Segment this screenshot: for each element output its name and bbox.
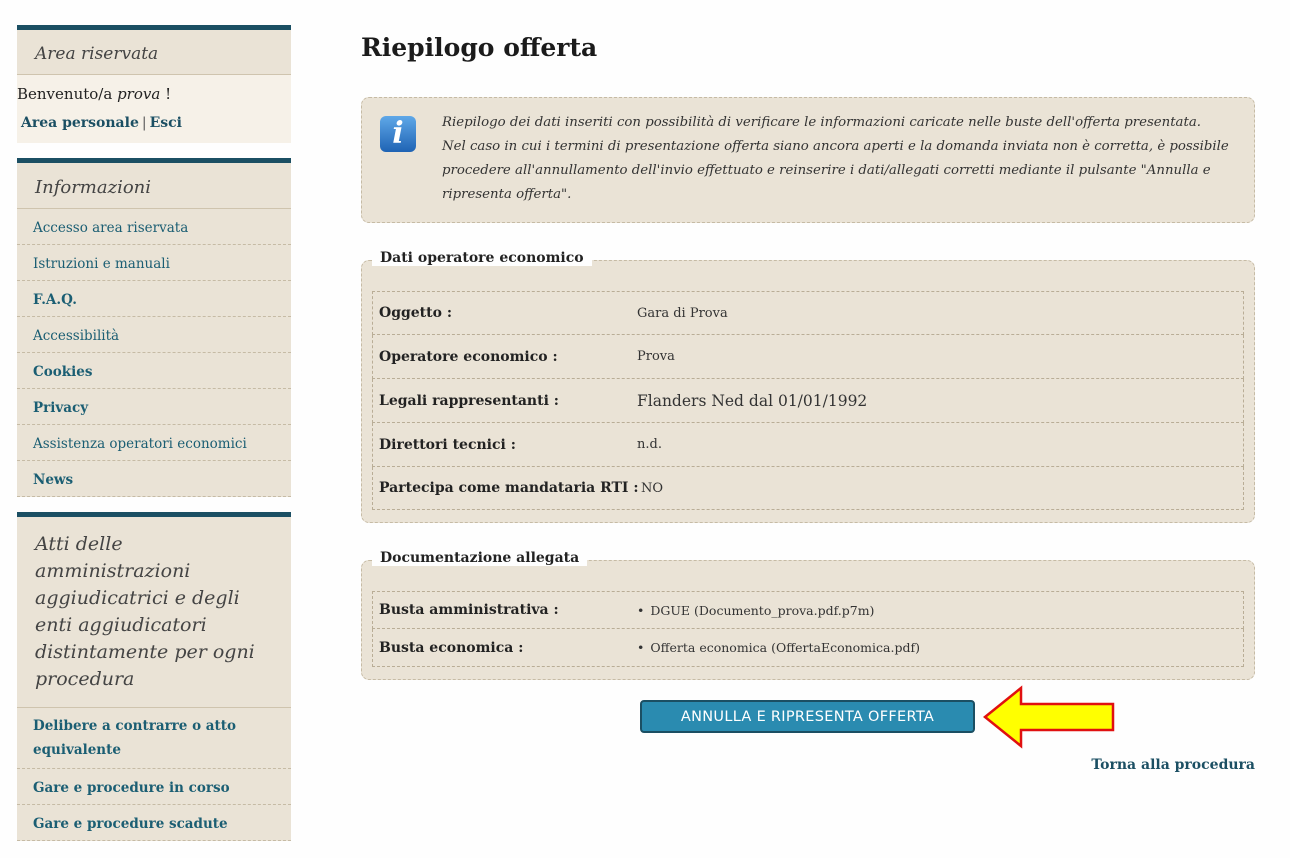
row-value: Prova (637, 349, 675, 364)
row-label: Legali rappresentanti : (379, 392, 559, 409)
bullet-icon: • (637, 602, 645, 618)
document-name: Offerta economica (OffertaEconomica.pdf) (650, 640, 920, 655)
acts-box-menu: Atti delle amministrazioni aggiudicatric… (17, 512, 291, 841)
actions-area: ANNULLA E RIPRESENTA OFFERTA Torna alla … (361, 685, 1255, 773)
sidebar-item-privacy[interactable]: Privacy (17, 389, 291, 425)
operator-data-legend: Dati operatore economico (372, 250, 592, 266)
link-separator: | (141, 115, 147, 131)
row-value: Flanders Ned dal 01/01/1992 (637, 391, 868, 410)
info-text: Riepilogo dei dati inseriti con possibil… (442, 111, 1236, 207)
row-label: Oggetto : (379, 305, 452, 321)
row-value: • Offerta economica (OffertaEconomica.pdf… (637, 640, 920, 655)
main-content: Riepilogo offerta i Riepilogo dei dati i… (361, 33, 1255, 773)
username: prova (117, 85, 161, 103)
logout-link[interactable]: Esci (150, 115, 182, 131)
table-row: Operatore economico : Prova (372, 335, 1244, 379)
sidebar-item-assistenza[interactable]: Assistenza operatori economici (17, 425, 291, 461)
info-line-2: Nel caso in cui i termini di presentazio… (442, 139, 1229, 202)
sidebar-item-cookies[interactable]: Cookies (17, 353, 291, 389)
welcome-text: Benvenuto/a prova ! (17, 85, 291, 103)
row-label: Busta economica : (379, 639, 524, 656)
welcome-suffix: ! (160, 85, 172, 103)
sidebar-item-accesso-area-riservata[interactable]: Accesso area riservata (17, 209, 291, 245)
attached-docs-table: Busta amministrativa : • DGUE (Documento_… (372, 591, 1244, 667)
reserved-area-box: Area riservata Benvenuto/a prova ! Area … (17, 25, 291, 143)
attached-docs-legend: Documentazione allegata (372, 550, 588, 566)
sidebar-item-faq[interactable]: F.A.Q. (17, 281, 291, 317)
sidebar-item-gare-in-corso[interactable]: Gare e procedure in corso (17, 769, 291, 805)
row-label: Busta amministrativa : (379, 602, 559, 618)
sidebar-item-istruzioni-manuali[interactable]: Istruzioni e manuali (17, 245, 291, 281)
sidebar-item-delibere[interactable]: Delibere a contrarre o atto equivalente (17, 708, 291, 769)
welcome-prefix: Benvenuto/a (17, 85, 118, 103)
row-label: Operatore economico : (379, 348, 558, 365)
row-value: Gara di Prova (637, 305, 728, 321)
account-links: Area personale | Esci (17, 103, 291, 143)
row-value: n.d. (637, 437, 662, 452)
attached-docs-section: Documentazione allegata Busta amministra… (361, 550, 1255, 680)
arrow-left-icon (983, 685, 1115, 749)
info-panel: i Riepilogo dei dati inseriti con possib… (361, 97, 1255, 223)
info-icon: i (380, 116, 416, 152)
reserved-area-title: Area riservata (17, 30, 291, 75)
sidebar-item-news[interactable]: News (17, 461, 291, 497)
table-row: Direttori tecnici : n.d. (372, 423, 1244, 467)
sidebar-item-gare-scadute[interactable]: Gare e procedure scadute (17, 805, 291, 841)
table-row: Oggetto : Gara di Prova (372, 291, 1244, 335)
personal-area-link[interactable]: Area personale (21, 115, 139, 131)
operator-data-table: Oggetto : Gara di Prova Operatore econom… (372, 291, 1244, 510)
table-row: Legali rappresentanti : Flanders Ned dal… (372, 379, 1244, 423)
row-label: Partecipa come mandataria RTI : (379, 480, 639, 496)
info-line-1: Riepilogo dei dati inseriti con possibil… (442, 115, 1201, 130)
document-name: DGUE (Documento_prova.pdf.p7m) (650, 602, 875, 618)
row-value: NO (641, 480, 664, 496)
back-to-procedure-link[interactable]: Torna alla procedura (1091, 757, 1255, 773)
table-row: Partecipa come mandataria RTI : NO (372, 467, 1244, 510)
info-menu-title: Informazioni (17, 163, 291, 209)
bullet-icon: • (637, 640, 645, 655)
welcome-block: Benvenuto/a prova ! Area personale | Esci (17, 75, 291, 143)
sidebar-item-accessibilita[interactable]: Accessibilità (17, 317, 291, 353)
row-value: • DGUE (Documento_prova.pdf.p7m) (637, 603, 874, 618)
sidebar: Area riservata Benvenuto/a prova ! Area … (17, 25, 291, 856)
row-label: Direttori tecnici : (379, 436, 516, 453)
cancel-resubmit-offer-button[interactable]: ANNULLA E RIPRESENTA OFFERTA (640, 700, 975, 733)
table-row: Busta amministrativa : • DGUE (Documento_… (372, 591, 1244, 629)
operator-data-section: Dati operatore economico Oggetto : Gara … (361, 250, 1255, 523)
table-row: Busta economica : • Offerta economica (Of… (372, 629, 1244, 667)
acts-menu-title: Atti delle amministrazioni aggiudicatric… (17, 517, 291, 708)
info-box-menu: Informazioni Accesso area riservata Istr… (17, 158, 291, 497)
page-title: Riepilogo offerta (361, 33, 598, 62)
